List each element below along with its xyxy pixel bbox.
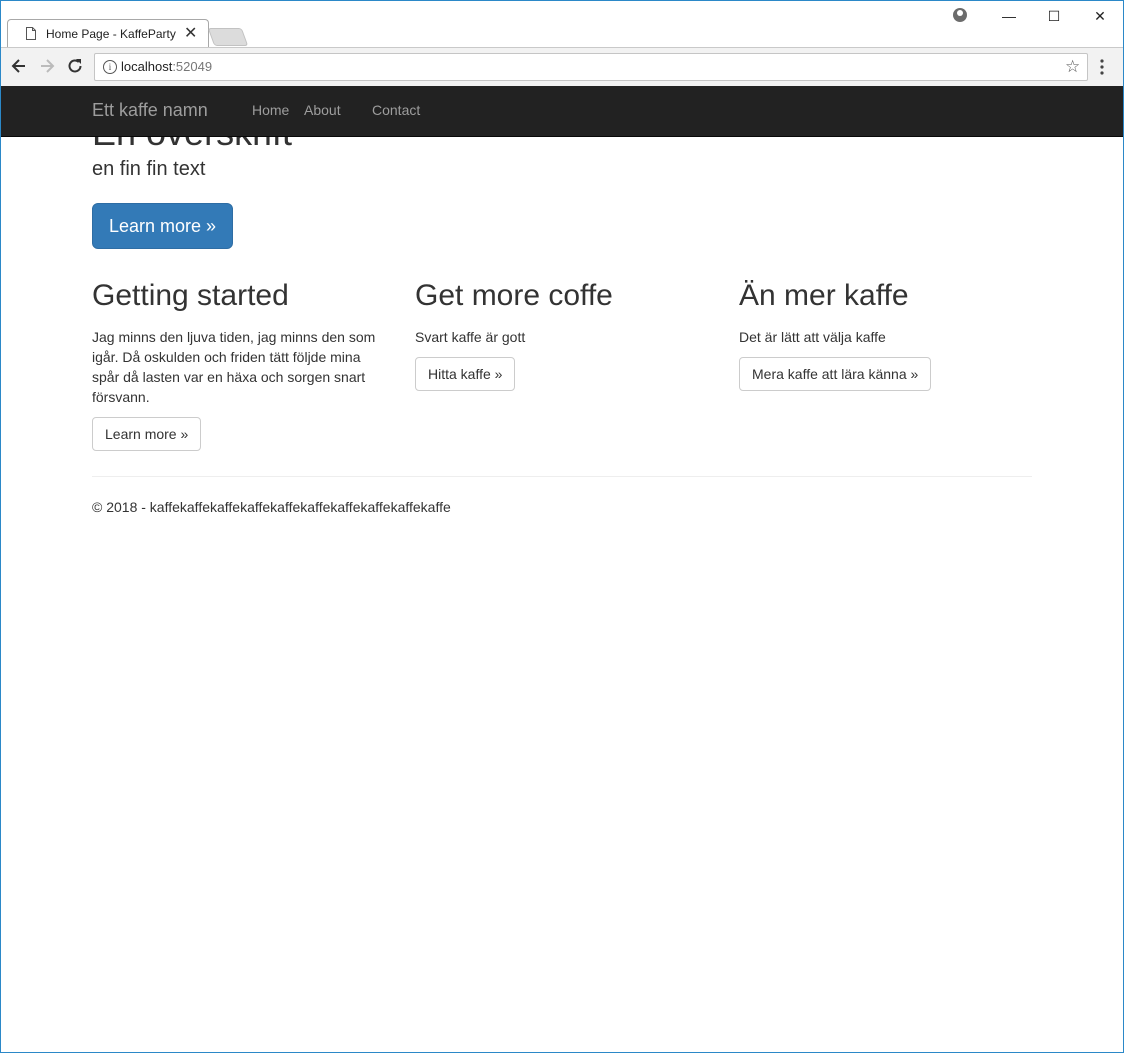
- info-icon[interactable]: i: [103, 60, 117, 74]
- profile-icon[interactable]: [953, 8, 967, 22]
- address-bar[interactable]: i localhost:52049 ☆: [94, 53, 1088, 81]
- tab-close-icon[interactable]: ✕: [184, 23, 197, 43]
- new-tab-button[interactable]: [207, 28, 249, 46]
- url-text: localhost:52049: [121, 59, 213, 74]
- hitta-kaffe-button[interactable]: Hitta kaffe »: [415, 357, 516, 391]
- reload-icon[interactable]: [65, 56, 85, 76]
- footer-text: © 2018 - kaffekaffekaffekaffekaffekaffek…: [92, 499, 451, 515]
- learn-more-primary-button[interactable]: Learn more »: [92, 203, 233, 249]
- column-heading: Än mer kaffe: [739, 279, 909, 312]
- browser-titlebar: Home Page - KaffeParty ✕ — ☐ ✕: [1, 1, 1123, 49]
- column-heading: Getting started: [92, 279, 289, 312]
- footer-divider: [92, 476, 1032, 477]
- kebab-menu-icon[interactable]: [1099, 58, 1105, 76]
- forward-arrow-icon[interactable]: [37, 56, 57, 76]
- star-icon[interactable]: ☆: [1065, 57, 1080, 77]
- nav-link-home[interactable]: Home: [252, 102, 289, 118]
- learn-more-button[interactable]: Learn more »: [92, 417, 202, 451]
- column-text: Svart kaffe är gott: [415, 329, 526, 345]
- navbar-brand[interactable]: Ett kaffe namn: [92, 100, 208, 121]
- column-an-mer-kaffe: Än mer kaffe Det är lätt att välja kaffe…: [739, 279, 1039, 391]
- maximize-button[interactable]: ☐: [1034, 5, 1074, 27]
- page-icon: [26, 27, 36, 40]
- column-text: Det är lätt att välja kaffe: [739, 329, 886, 345]
- nav-link-contact[interactable]: Contact: [372, 102, 420, 118]
- browser-toolbar: i localhost:52049 ☆: [1, 47, 1123, 87]
- tab-title: Home Page - KaffeParty: [46, 27, 176, 41]
- jumbotron-lead: en fin fin text: [92, 158, 206, 180]
- page-viewport: Ett kaffe namn Home About Contact En ove…: [1, 86, 1123, 1052]
- column-getting-started: Getting started Jag minns den ljuva tide…: [92, 279, 392, 451]
- back-arrow-icon[interactable]: [9, 56, 29, 76]
- close-window-button[interactable]: ✕: [1080, 5, 1120, 27]
- nav-link-about[interactable]: About: [304, 102, 341, 118]
- mera-kaffe-button[interactable]: Mera kaffe att lära känna »: [739, 357, 932, 391]
- column-text: Jag minns den ljuva tiden, jag minns den…: [92, 329, 376, 405]
- site-navbar: Ett kaffe namn Home About Contact: [1, 86, 1123, 137]
- column-heading: Get more coffe: [415, 279, 613, 312]
- browser-tab[interactable]: Home Page - KaffeParty ✕: [7, 19, 209, 49]
- minimize-button[interactable]: —: [989, 5, 1029, 27]
- column-get-more-coffe: Get more coffe Svart kaffe är gott Hitta…: [415, 279, 715, 391]
